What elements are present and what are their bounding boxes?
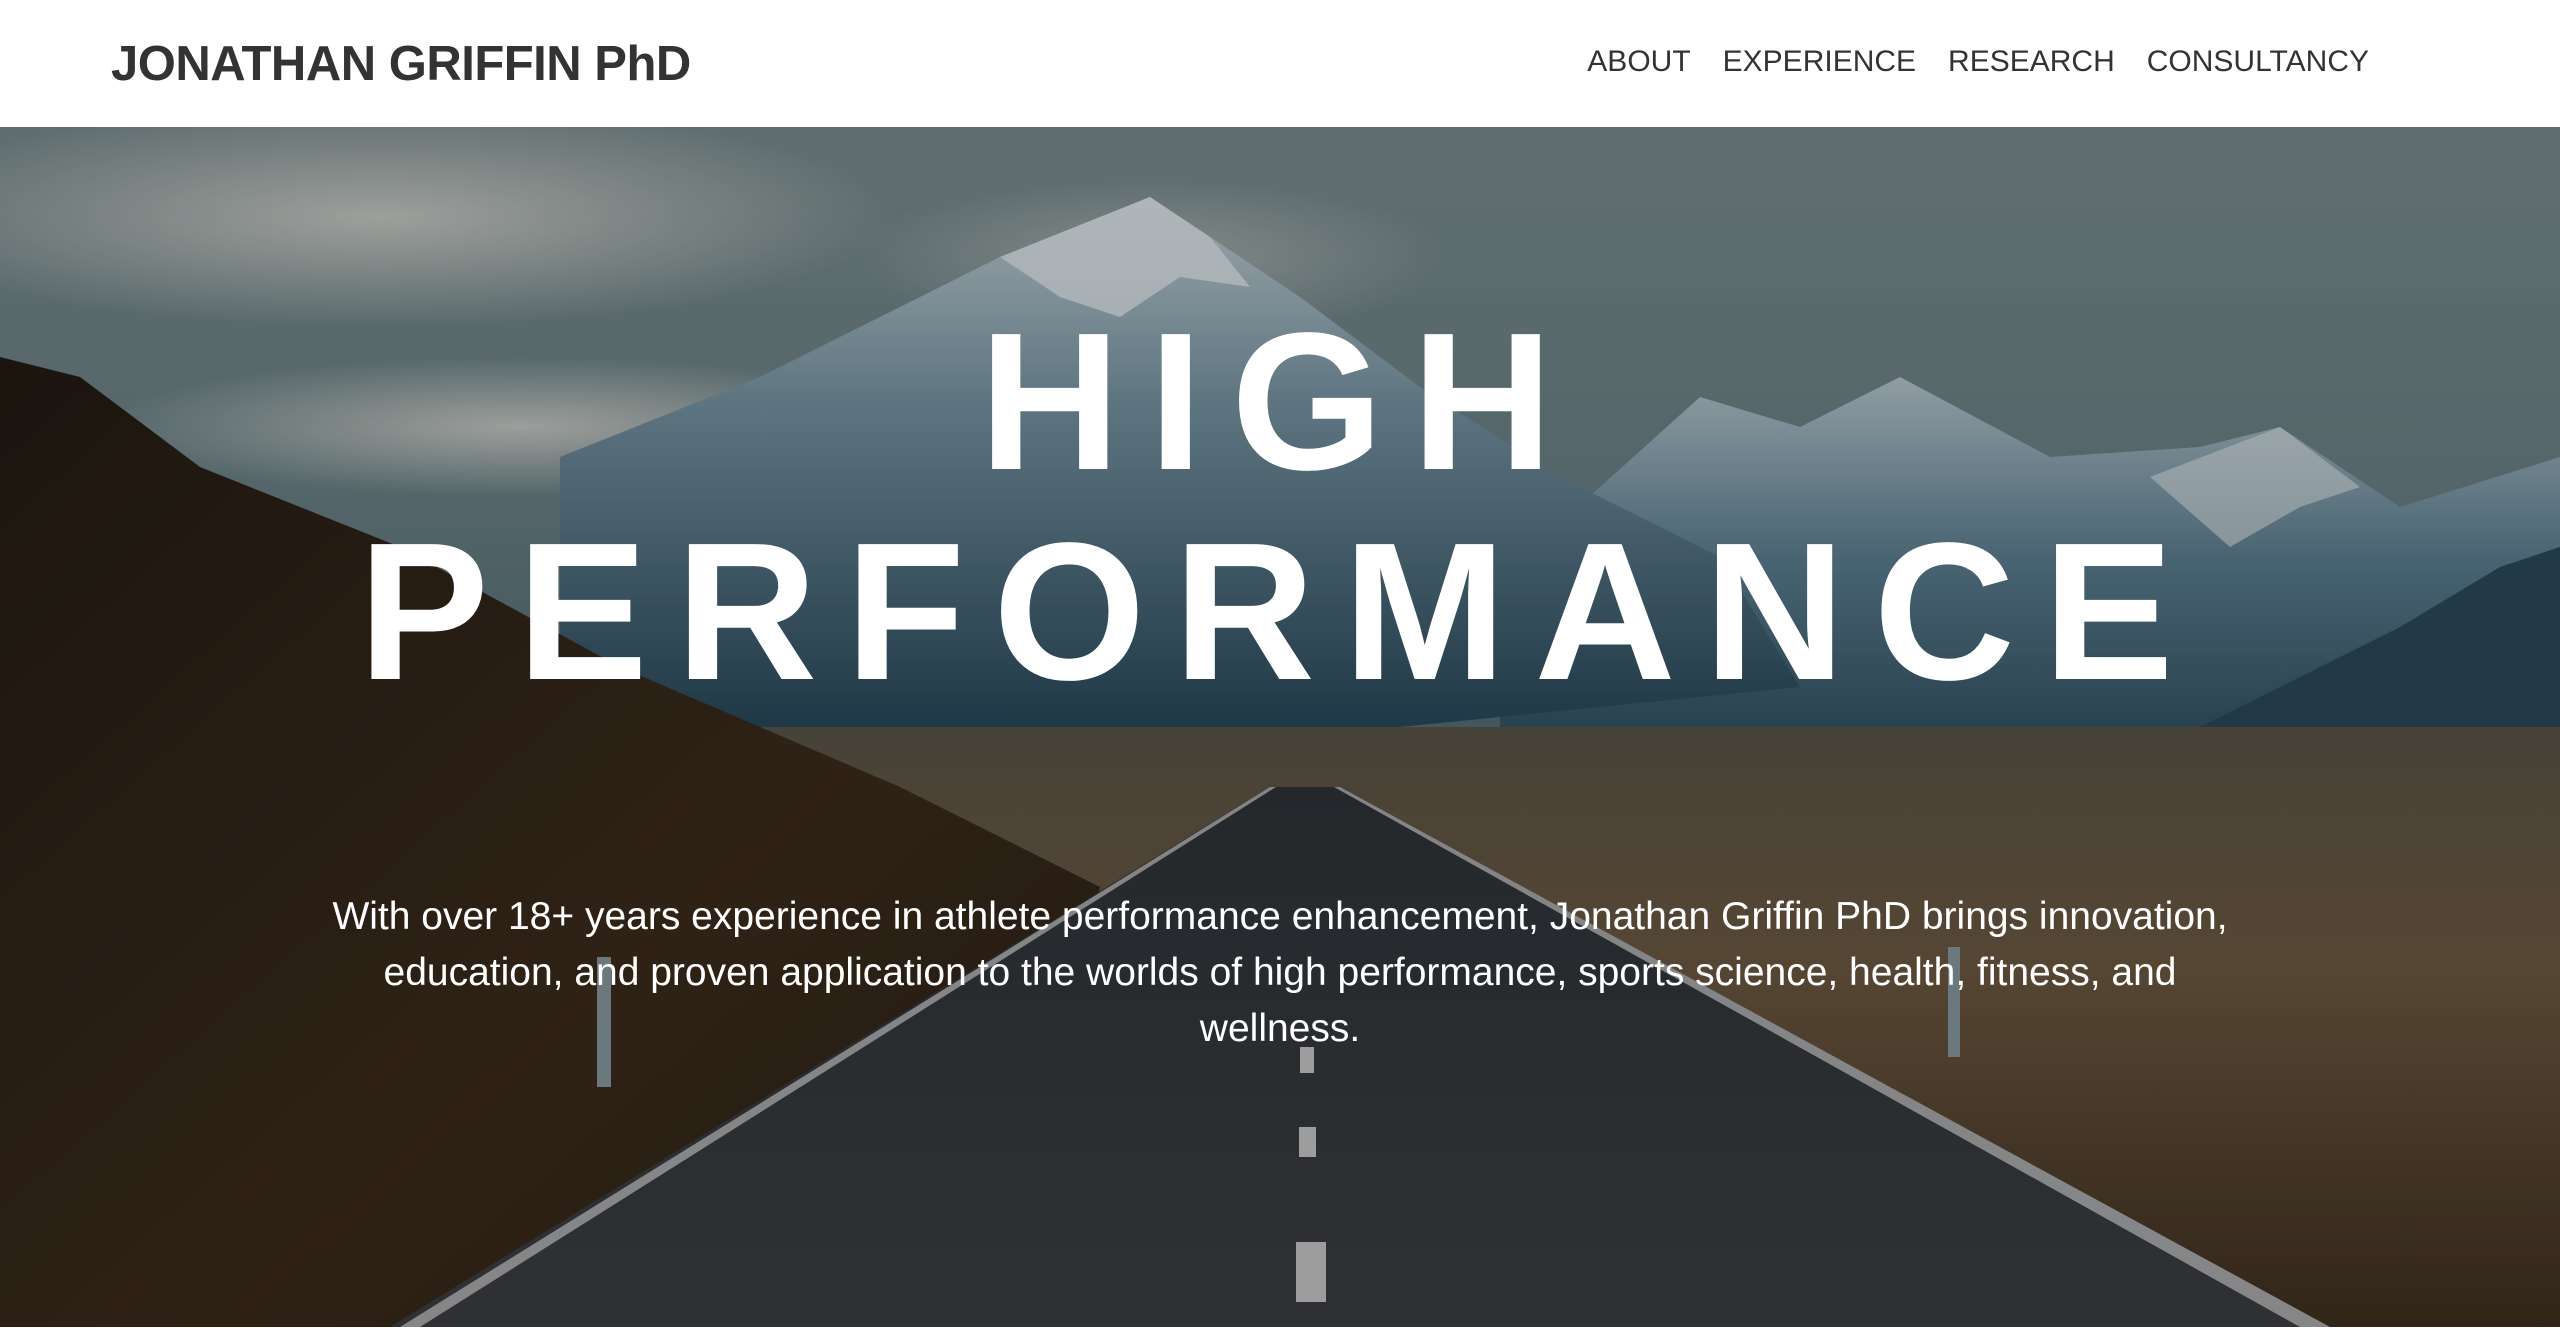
hero-headline-line1: HIGH: [979, 292, 1581, 511]
site-brand[interactable]: JONATHAN GRIFFIN PhD: [111, 34, 691, 94]
nav-item-research[interactable]: RESEARCH: [1948, 40, 2115, 84]
hero-headline-line2: PERFORMANCE: [358, 502, 2202, 721]
nav-item-experience[interactable]: EXPERIENCE: [1723, 40, 1916, 84]
main-nav: ABOUT EXPERIENCE RESEARCH CONSULTANCY: [1587, 40, 2369, 84]
hero-section: HIGH PERFORMANCE With over 18+ years exp…: [0, 127, 2560, 1327]
nav-item-about[interactable]: ABOUT: [1587, 40, 1690, 84]
nav-item-consultancy[interactable]: CONSULTANCY: [2147, 40, 2369, 84]
page-bottom-edge: [0, 1327, 2560, 1332]
site-header: JONATHAN GRIFFIN PhD ABOUT EXPERIENCE RE…: [0, 0, 2560, 127]
hero-intro-text: With over 18+ years experience in athlet…: [332, 895, 2228, 1050]
